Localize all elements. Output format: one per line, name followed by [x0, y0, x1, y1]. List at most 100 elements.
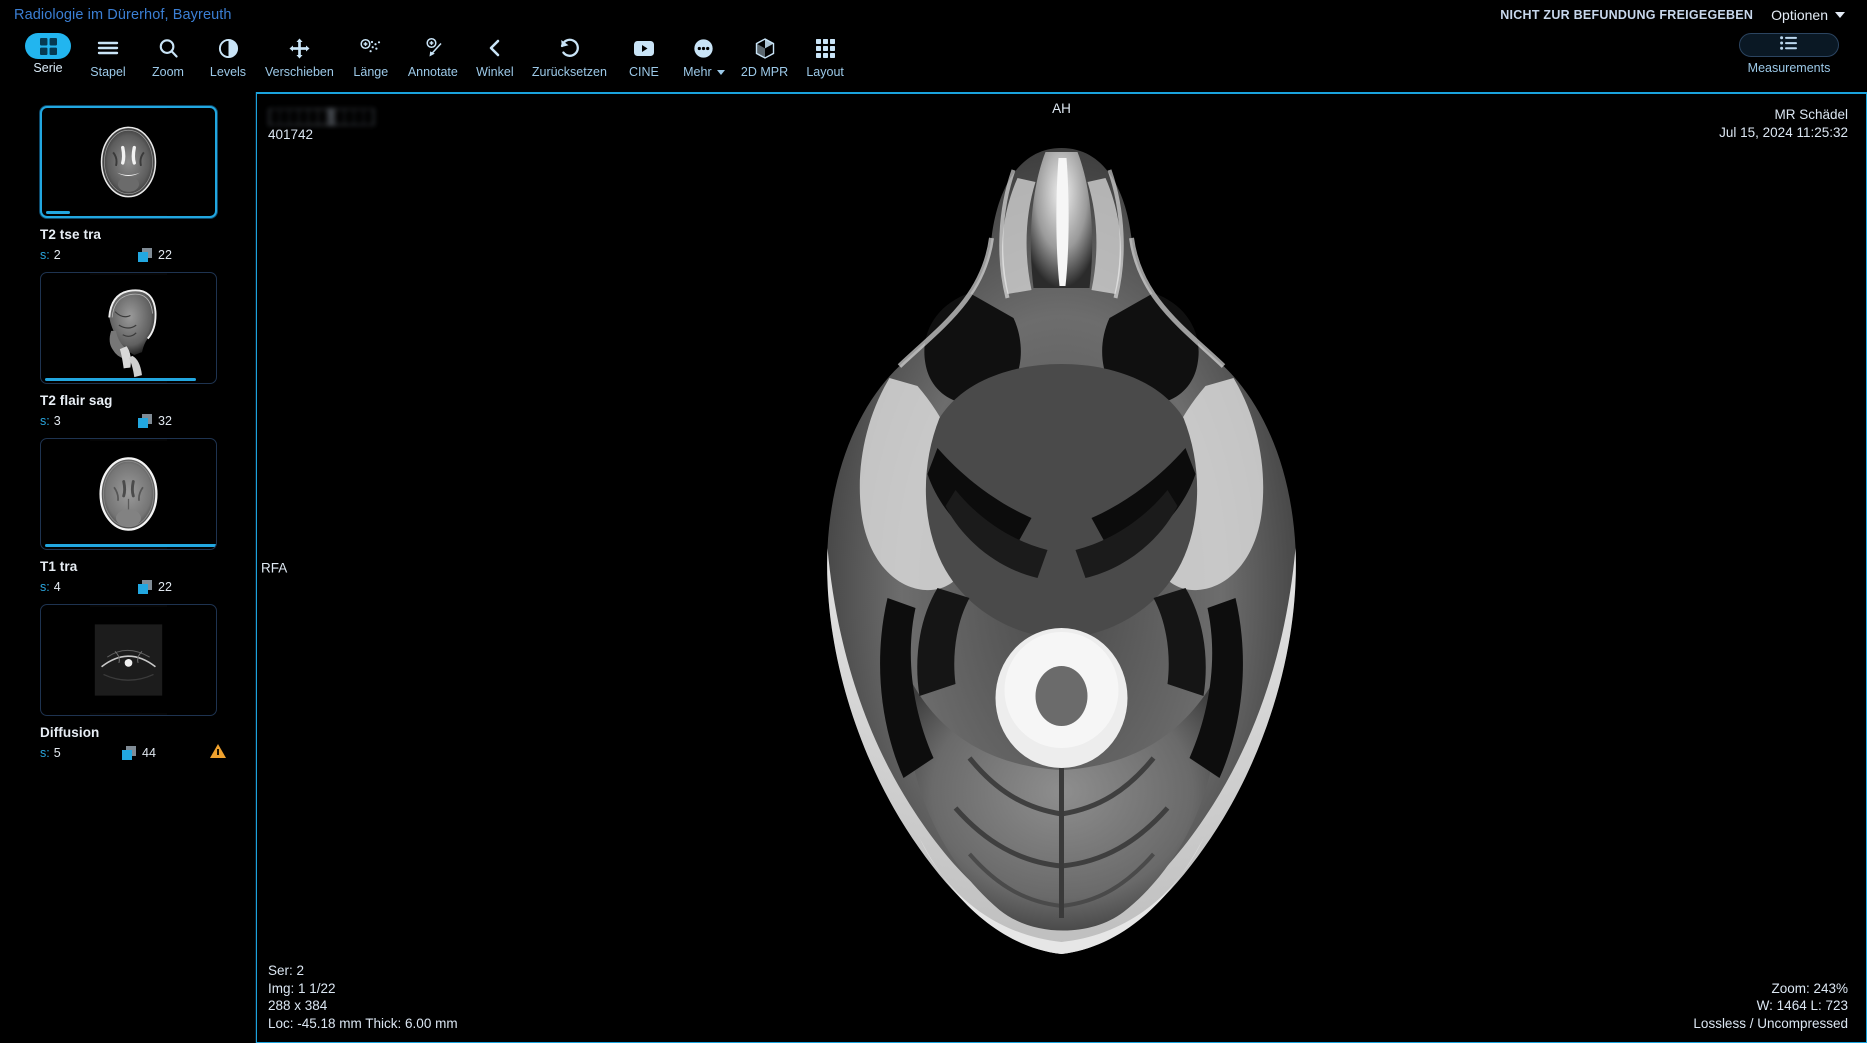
thumbnail-preview-sagittal-flair	[90, 273, 167, 383]
series-number-label: s:	[40, 248, 50, 262]
tool-laenge-label: Länge	[353, 65, 389, 79]
contrast-circle-icon	[205, 33, 251, 63]
tool-mehr-label-group: Mehr	[683, 65, 725, 79]
tool-laenge[interactable]: Länge	[341, 33, 401, 79]
not-released-notice: NICHT ZUR BEFUNDUNG FREIGEGEBEN	[1500, 8, 1754, 22]
measurements-label: Measurements	[1747, 61, 1831, 75]
tool-winkel[interactable]: Winkel	[465, 33, 525, 79]
viewer-app: Radiologie im Dürerhof, Bayreuth NICHT Z…	[0, 0, 1867, 1043]
more-dots-icon	[681, 33, 727, 63]
series-number-value: 5	[53, 746, 61, 760]
series-title: T2 tse tra	[40, 227, 102, 242]
tool-stapel[interactable]: Stapel	[78, 33, 138, 79]
orientation-marker-left: RFA	[261, 560, 288, 576]
length-measure-icon	[348, 33, 394, 63]
series-info: Ser: 2	[268, 963, 305, 978]
top-header-bar: Radiologie im Dürerhof, Bayreuth NICHT Z…	[0, 0, 1867, 30]
series-title: Diffusion	[40, 725, 100, 740]
cube-icon	[742, 33, 788, 63]
thumbnail-image-box[interactable]	[40, 604, 217, 716]
thumbnail-preview-axial-t1	[90, 439, 167, 549]
series-number-label: s:	[40, 414, 50, 428]
tool-zoom-label: Zoom	[152, 65, 184, 79]
tool-verschieben[interactable]: Verschieben	[258, 33, 341, 79]
warning-triangle-icon[interactable]	[210, 744, 226, 758]
dicom-canvas[interactable]: ██████, ████ 401742 MR Schädel Jul 15, 2…	[257, 94, 1866, 1042]
thumbnail-image-box[interactable]	[40, 272, 217, 384]
instance-count-group: 44	[122, 746, 156, 760]
tool-levels[interactable]: Levels	[198, 33, 258, 79]
series-thumbnail-t1-tra[interactable]: T1 tra s: 4 22	[40, 430, 217, 596]
image-stack-icon	[138, 248, 152, 262]
options-menu-label: Optionen	[1771, 7, 1828, 23]
series-number-value: 3	[53, 414, 61, 428]
list-lines-icon	[1780, 35, 1798, 55]
tool-annotate-label: Annotate	[407, 65, 458, 79]
active-viewport[interactable]: ██████, ████ 401742 MR Schädel Jul 15, 2…	[256, 92, 1867, 1043]
thumbnail-preview-axial-t2	[90, 108, 167, 216]
thumbnail-image-box[interactable]	[40, 438, 217, 550]
instance-count: 32	[158, 414, 172, 428]
series-thumbnail-panel: T2 tse tra s: 2 22 T2 flair sag s: 3 32 …	[0, 92, 256, 1043]
viewport-overlay-top-right: MR Schädel Jul 15, 2024 11:25:32	[1719, 106, 1848, 141]
reset-undo-icon	[546, 33, 592, 63]
tool-serie-label: Serie	[33, 61, 63, 75]
tool-cine[interactable]: CINE	[614, 33, 674, 79]
grid-layout-icon	[25, 33, 71, 59]
image-stack-icon	[122, 746, 136, 760]
instance-count-group: 22	[138, 580, 172, 594]
series-thumbnail-t2-tse-tra[interactable]: T2 tse tra s: 2 22	[40, 98, 217, 264]
tool-cine-label: CINE	[628, 65, 659, 79]
series-number-value: 4	[53, 580, 61, 594]
tool-serie[interactable]: Serie	[18, 33, 78, 75]
series-meta: s: 3 32	[40, 412, 217, 430]
series-meta: s: 4 22	[40, 578, 217, 596]
series-thumbnail-diffusion[interactable]: Diffusion s: 5 44	[40, 596, 226, 762]
tool-zuruecksetzen[interactable]: Zurücksetzen	[525, 33, 614, 79]
image-stack-icon	[138, 580, 152, 594]
angle-chevron-icon	[472, 33, 518, 63]
tool-layout[interactable]: Layout	[795, 33, 855, 79]
instance-count: 22	[158, 248, 172, 262]
move-arrows-icon	[276, 33, 322, 63]
thumbnail-progress-bar	[45, 544, 216, 547]
tool-zuruecksetzen-label: Zurücksetzen	[531, 65, 607, 79]
magnifier-icon	[145, 33, 191, 63]
tool-annotate[interactable]: Annotate	[401, 33, 465, 79]
measurements-panel-toggle[interactable]	[1739, 33, 1839, 57]
tool-2d-mpr-label: 2D MPR	[740, 65, 789, 79]
image-stack-icon	[138, 414, 152, 428]
viewport-overlay-bottom-left: Ser: 2 Img: 1 1/22 288 x 384 Loc: -45.18…	[268, 962, 458, 1032]
series-number-label: s:	[40, 746, 50, 760]
viewport-overlay-top-left: ██████, ████ 401742	[268, 108, 376, 143]
options-menu-button[interactable]: Optionen	[1771, 7, 1845, 23]
patient-name: ██████, ████	[268, 108, 376, 126]
play-video-icon	[621, 33, 667, 63]
tool-winkel-label: Winkel	[476, 65, 514, 79]
thumbnail-progress-bar	[46, 211, 71, 214]
zoom-level: Zoom: 243%	[1771, 980, 1848, 996]
tool-zoom[interactable]: Zoom	[138, 33, 198, 79]
slice-location-info: Loc: -45.18 mm Thick: 6.00 mm	[268, 1015, 458, 1031]
series-meta: s: 5 44	[40, 744, 226, 762]
tool-mehr[interactable]: Mehr	[674, 33, 734, 79]
tool-levels-label: Levels	[209, 65, 247, 79]
study-description: MR Schädel	[1774, 107, 1848, 122]
annotate-arrow-icon	[410, 33, 456, 63]
image-dimensions: 288 x 384	[268, 998, 328, 1013]
tool-mehr-label: Mehr	[683, 65, 712, 79]
series-number-value: 2	[53, 248, 61, 262]
instance-count-group: 22	[138, 248, 172, 262]
header-right-group: NICHT ZUR BEFUNDUNG FREIGEGEBEN Optionen	[1500, 7, 1853, 23]
brand-title[interactable]: Radiologie im Dürerhof, Bayreuth	[14, 7, 232, 23]
series-thumbnail-t2-flair-sag[interactable]: T2 flair sag s: 3 32	[40, 264, 217, 430]
series-title: T1 tra	[40, 559, 78, 574]
thumbnail-image-box[interactable]	[40, 106, 217, 218]
series-title: T2 flair sag	[40, 393, 113, 408]
instance-count: 22	[158, 580, 172, 594]
main-content: T2 tse tra s: 2 22 T2 flair sag s: 3 32 …	[0, 92, 1867, 1043]
instance-count: 44	[142, 746, 156, 760]
toolbar-right-group: Measurements	[1739, 33, 1849, 75]
tool-2d-mpr[interactable]: 2D MPR	[734, 33, 795, 79]
series-meta: s: 2 22	[40, 246, 217, 264]
